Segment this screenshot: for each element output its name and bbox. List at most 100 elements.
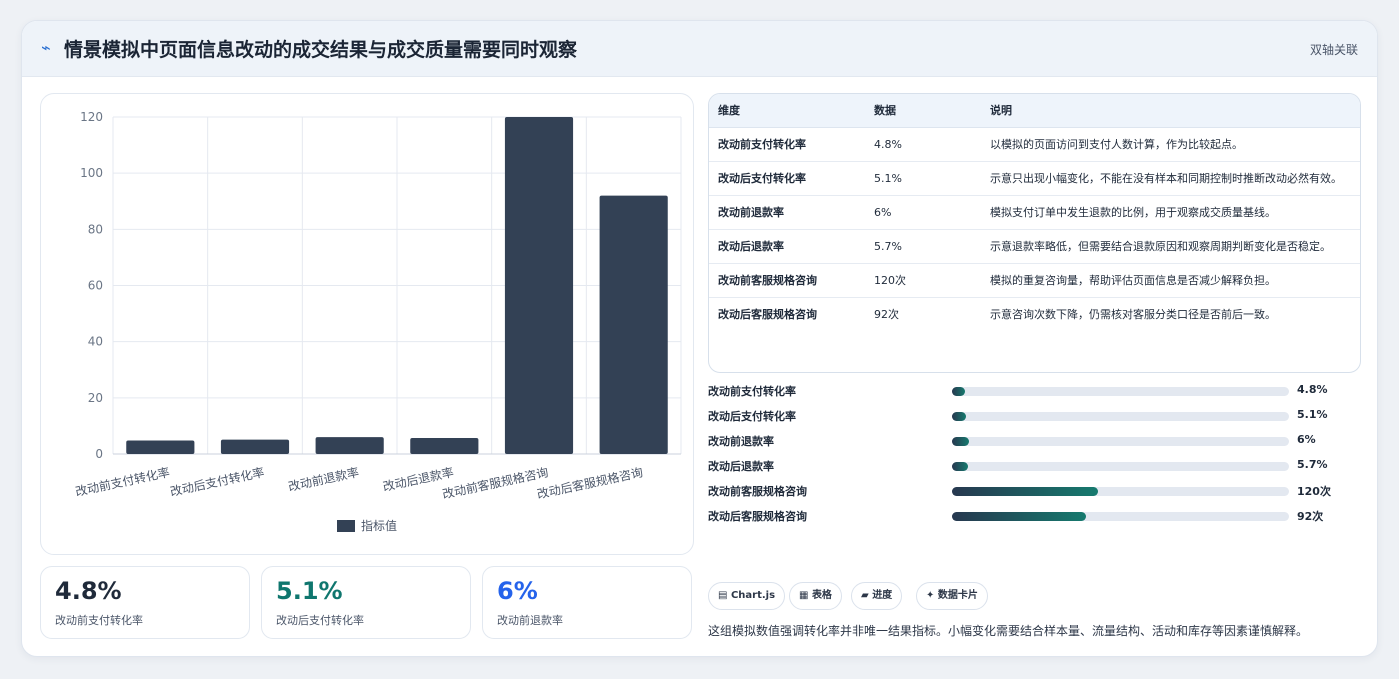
progress-fill — [952, 512, 1086, 521]
progress-track — [952, 387, 1289, 396]
stat-card: 6% 改动前退款率 — [482, 566, 692, 639]
table-row: 改动前客服规格咨询 120次 模拟的重复咨询量，帮助评估页面信息是否减少解释负担… — [709, 263, 1360, 298]
tag-table[interactable]: ▦ 表格 — [789, 582, 842, 610]
y-tick-label: 80 — [88, 222, 103, 236]
progress-row: 改动后客服规格咨询 92次 — [708, 506, 1361, 526]
progress-track — [952, 512, 1289, 521]
mode-label[interactable]: 双轴关联 — [1310, 41, 1358, 58]
progress-row: 改动前客服规格咨询 120次 — [708, 481, 1361, 501]
table-cell: 4.8% — [865, 127, 981, 162]
progress-value: 5.1% — [1297, 408, 1328, 421]
x-tick-label: 改动后客服规格咨询 — [536, 464, 645, 501]
bar — [220, 439, 290, 454]
table-row: 改动后支付转化率 5.1% 示意只出现小幅变化，不能在没有样本和同期控制时推断改… — [709, 161, 1360, 196]
bar — [599, 195, 668, 454]
stat-label: 改动后支付转化率 — [276, 614, 364, 627]
stat-value: 5.1% — [276, 577, 343, 605]
progress-track — [952, 462, 1289, 471]
tag-label: 数据卡片 — [937, 590, 978, 601]
table-cell: 改动前支付转化率 — [709, 127, 865, 162]
table-header-row: 维度 数据 说明 — [709, 94, 1360, 128]
progress-label: 改动后客服规格咨询 — [708, 510, 807, 523]
stat-label: 改动前支付转化率 — [55, 614, 143, 627]
bar — [315, 437, 384, 454]
data-table: 维度 数据 说明 改动前支付转化率 4.8% 以模拟的页面访问到支付人数计算，作… — [708, 93, 1361, 373]
table-row: 改动后退款率 5.7% 示意退款率略低，但需要结合退款原因和观察周期判断变化是否… — [709, 229, 1360, 264]
table-cell: 改动前退款率 — [709, 195, 865, 230]
table-row: 改动前支付转化率 4.8% 以模拟的页面访问到支付人数计算，作为比较起点。 — [709, 127, 1360, 162]
table-cell: 改动后客服规格咨询 — [718, 307, 817, 321]
tag-label: Chart.js — [730, 590, 776, 601]
bar-chart: 0 20 40 60 80 100 120 改动前支付转化率改动后支付转化率 改动前退款率 改动后… — [74, 110, 682, 533]
progress-track — [952, 437, 1289, 446]
y-tick-label: 120 — [80, 110, 103, 124]
progress-fill — [952, 412, 967, 421]
table-cell: 改动后支付转化率 — [709, 161, 865, 196]
stat-value: 4.8% — [55, 577, 122, 605]
x-tick-label: 改动后支付转化率 — [169, 464, 266, 499]
progress-track — [952, 487, 1289, 496]
chart-icon: ▤ — [718, 590, 728, 601]
progress-icon: ▰ — [861, 590, 869, 601]
table-cell: 改动前客服规格咨询 — [709, 263, 865, 298]
y-tick-label: 20 — [88, 391, 103, 405]
dashboard-card: ⌁ 情景模拟中页面信息改动的成交结果与成交质量需要同时观察 双轴关联 0 20 40… — [21, 20, 1378, 657]
progress-fill — [952, 462, 968, 471]
y-tick-label: 0 — [95, 447, 103, 461]
table-cell: 示意只出现小幅变化，不能在没有样本和同期控制时推断改动必然有效。 — [981, 161, 1360, 196]
table-row: 改动前退款率 6% 模拟支付订单中发生退款的比例，用于观察成交质量基线。 — [709, 195, 1360, 230]
table-header: 数据 — [865, 94, 981, 128]
progress-label: 改动后退款率 — [708, 460, 774, 473]
table-row: 改动后客服规格咨询 92次 示意咨询次数下降，仍需核对客服分类口径是否前后一致。 — [709, 297, 1360, 331]
progress-row: 改动前支付转化率 4.8% — [708, 381, 1361, 401]
footnote: 这组模拟数值强调转化率并非唯一结果指标。小幅变化需要结合样本量、流量结构、活动和… — [708, 624, 1309, 638]
progress-label: 改动前支付转化率 — [708, 385, 796, 398]
table-cell: 92次 — [874, 307, 899, 321]
progress-value: 5.7% — [1297, 458, 1328, 471]
table-cell: 120次 — [865, 263, 981, 298]
progress-row: 改动后支付转化率 5.1% — [708, 406, 1361, 426]
bar-chart-panel: 0 20 40 60 80 100 120 改动前支付转化率 改动后支付转化率 改动前退款率 改动后… — [40, 93, 694, 555]
progress-row: 改动前退款率 6% — [708, 431, 1361, 451]
tag-data-card[interactable]: ✦ 数据卡片 — [916, 582, 988, 610]
sparkle-icon: ✦ — [926, 590, 935, 601]
y-tick-label: 100 — [80, 166, 103, 180]
table-cell: 改动后退款率 — [709, 229, 865, 264]
pulse-icon: ⌁ — [41, 38, 51, 57]
table-cell: 6% — [865, 195, 981, 230]
tag-label: 进度 — [872, 590, 893, 601]
table-cell: 示意退款率略低，但需要结合退款原因和观察周期判断变化是否稳定。 — [981, 229, 1360, 264]
progress-fill — [952, 437, 969, 446]
tag-progress[interactable]: ▰ 进度 — [851, 582, 903, 610]
bar — [504, 117, 574, 454]
x-tick-label: 改动前退款率 — [287, 464, 361, 494]
y-tick-label: 60 — [88, 279, 103, 293]
card-header: ⌁ 情景模拟中页面信息改动的成交结果与成交质量需要同时观察 双轴关联 — [22, 21, 1377, 77]
progress-label: 改动前退款率 — [708, 435, 774, 448]
table-cell: 以模拟的页面访问到支付人数计算，作为比较起点。 — [981, 127, 1360, 162]
progress-label: 改动前客服规格咨询 — [708, 485, 807, 498]
table-cell: 模拟支付订单中发生退款的比例，用于观察成交质量基线。 — [981, 195, 1360, 230]
stat-label: 改动前退款率 — [497, 614, 563, 627]
progress-fill — [952, 487, 1099, 496]
table-cell: 示意咨询次数下降，仍需核对客服分类口径是否前后一致。 — [990, 307, 1276, 321]
progress-label: 改动后支付转化率 — [708, 410, 796, 423]
progress-value: 6% — [1297, 433, 1316, 446]
table-cell: 5.1% — [865, 161, 981, 196]
tag-label: 表格 — [811, 590, 832, 601]
progress-track — [952, 412, 1289, 421]
progress-value: 4.8% — [1297, 383, 1328, 396]
table-icon: ▦ — [799, 590, 809, 601]
x-tick-label: 改动前客服规格咨询 — [441, 464, 550, 501]
table-cell: 5.7% — [865, 229, 981, 264]
stat-card: 4.8% 改动前支付转化率 — [40, 566, 250, 639]
progress-fill — [952, 387, 966, 396]
table-header: 维度 — [709, 94, 865, 128]
progress-row: 改动后退款率 5.7% — [708, 456, 1361, 476]
table-cell: 模拟的重复咨询量，帮助评估页面信息是否减少解释负担。 — [981, 263, 1360, 298]
progress-value: 92次 — [1297, 510, 1324, 523]
bar — [410, 437, 479, 454]
tag-chartjs[interactable]: ▤ Chart.js — [708, 582, 786, 610]
table-header: 说明 — [981, 94, 1360, 128]
progress-value: 120次 — [1297, 485, 1331, 498]
